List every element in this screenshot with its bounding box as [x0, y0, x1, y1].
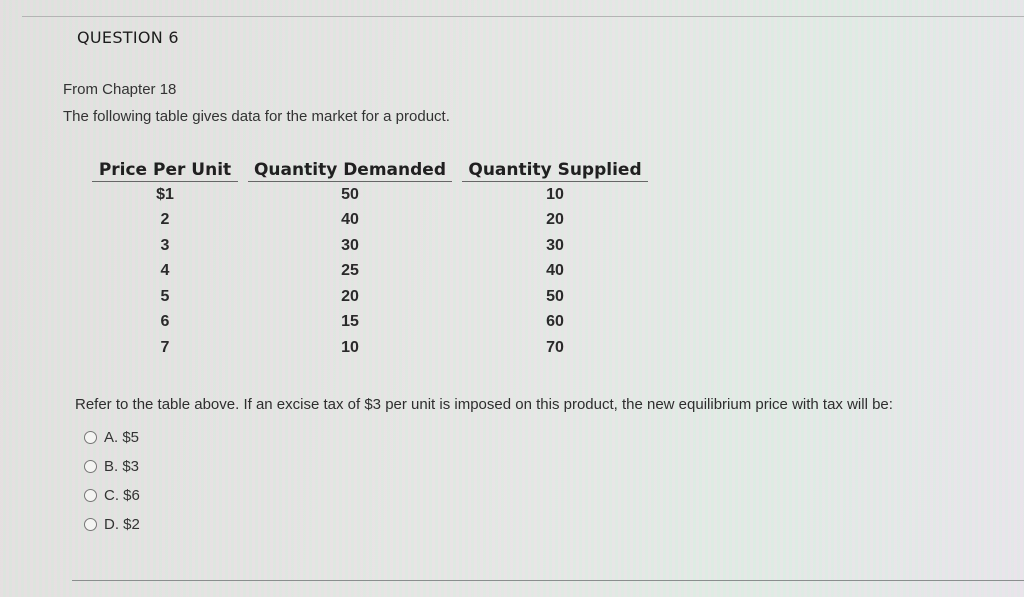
cell-supplied: 10	[546, 185, 564, 203]
cell-price: 5	[160, 287, 170, 305]
intro-text: The following table gives data for the m…	[63, 108, 450, 125]
table-row: 6 15 60	[92, 310, 648, 336]
option-d[interactable]: D. $2	[84, 510, 140, 539]
option-label: A. $5	[104, 429, 140, 446]
table-row: 4 25 40	[92, 259, 648, 285]
question-prompt: Refer to the table above. If an excise t…	[75, 396, 893, 413]
table-row: 3 30 30	[92, 233, 648, 259]
cell-demanded: 30	[341, 236, 359, 254]
radio-button-icon[interactable]	[84, 431, 97, 444]
table-row: 2 40 20	[92, 208, 648, 234]
bottom-divider	[72, 580, 1024, 581]
cell-supplied: 30	[546, 236, 564, 254]
cell-demanded: 40	[341, 211, 359, 229]
answer-options: A. $5 B. $3 C. $6 D. $2	[84, 423, 140, 539]
cell-price: 2	[160, 211, 170, 229]
cell-supplied: 60	[546, 313, 564, 331]
cell-demanded: 25	[341, 262, 359, 280]
cell-supplied: 50	[546, 287, 564, 305]
cell-demanded: 20	[341, 287, 359, 305]
cell-supplied: 20	[546, 211, 564, 229]
table-header-row: Price Per Unit Quantity Demanded Quantit…	[92, 160, 648, 182]
top-divider	[22, 16, 1024, 17]
cell-demanded: 50	[341, 185, 359, 203]
cell-demanded: 15	[341, 313, 359, 331]
radio-button-icon[interactable]	[84, 518, 97, 531]
option-label: C. $6	[104, 487, 140, 504]
option-a[interactable]: A. $5	[84, 423, 140, 452]
cell-price: $1	[156, 185, 174, 203]
cell-supplied: 70	[546, 338, 564, 356]
table-row: 5 20 50	[92, 284, 648, 310]
table-row: $1 50 10	[92, 182, 648, 208]
header-quantity-supplied: Quantity Supplied	[462, 160, 648, 182]
cell-supplied: 40	[546, 262, 564, 280]
question-title: QUESTION 6	[77, 28, 179, 47]
option-label: B. $3	[104, 458, 140, 475]
header-quantity-demanded: Quantity Demanded	[248, 160, 452, 182]
radio-button-icon[interactable]	[84, 489, 97, 502]
radio-button-icon[interactable]	[84, 460, 97, 473]
cell-price: 7	[160, 338, 170, 356]
question-intro: From Chapter 18 The following table give…	[63, 76, 450, 130]
option-c[interactable]: C. $6	[84, 481, 140, 510]
header-price: Price Per Unit	[92, 160, 238, 182]
cell-price: 3	[160, 236, 170, 254]
table-row: 7 10 70	[92, 335, 648, 361]
cell-price: 6	[160, 313, 170, 331]
option-label: D. $2	[104, 516, 140, 533]
cell-demanded: 10	[341, 338, 359, 356]
market-data-table: Price Per Unit Quantity Demanded Quantit…	[92, 160, 648, 361]
option-b[interactable]: B. $3	[84, 452, 140, 481]
chapter-source: From Chapter 18	[63, 81, 177, 98]
cell-price: 4	[160, 262, 170, 280]
